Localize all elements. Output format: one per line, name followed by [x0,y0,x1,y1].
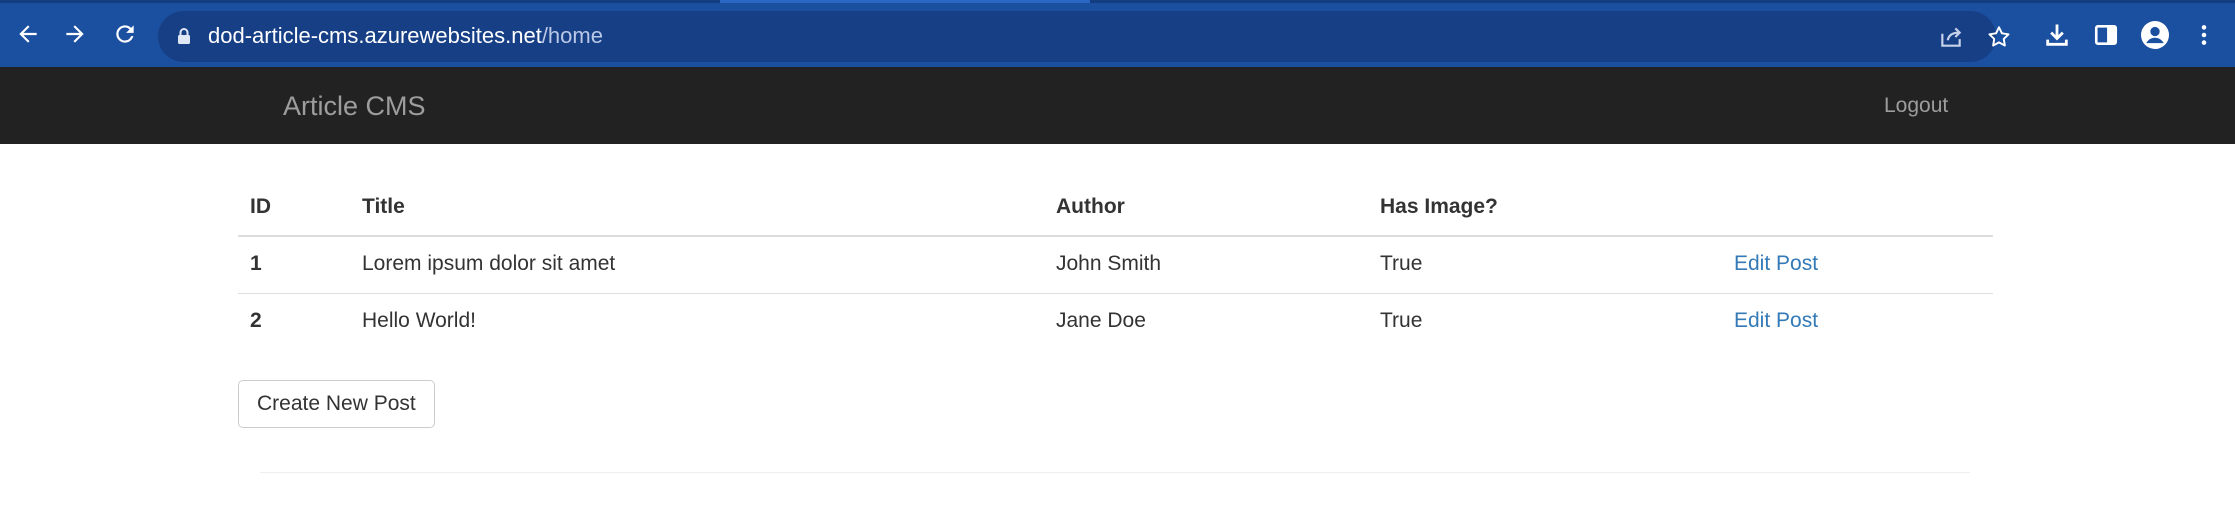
share-icon[interactable] [1938,24,1964,50]
avatar-icon [2141,21,2169,49]
url-host: dod-article-cms.azurewebsites.net [208,23,542,48]
header-title: Title [350,180,1044,237]
url-path: /home [541,23,603,48]
side-panel-icon [2094,25,2118,45]
table-row: 2 Hello World! Jane Doe True Edit Post [238,294,1993,351]
table-header-row: ID Title Author Has Image? [238,180,1993,237]
cell-id: 1 [238,236,350,294]
kebab-menu-icon [2201,25,2207,45]
create-new-post-button[interactable]: Create New Post [238,380,435,428]
cell-title: Lorem ipsum dolor sit amet [350,236,1044,294]
cell-author: Jane Doe [1056,309,1146,332]
active-tab-indicator [720,0,1090,3]
cell-has-image: True [1380,309,1423,332]
reload-button[interactable] [110,19,140,49]
articles-container: ID Title Author Has Image? 1 Lorem ipsum… [238,180,1993,350]
address-bar[interactable]: dod-article-cms.azurewebsites.net/home [158,11,2010,62]
cell-author: John Smith [1044,236,1368,294]
forward-arrow-icon [66,25,84,43]
cell-action: Edit Post [1722,236,1993,294]
logout-link[interactable]: Logout [1884,94,1948,118]
edit-post-link[interactable]: Edit Post [1734,252,1818,275]
cell-id: 2 [250,309,262,332]
cell-has-image: True [1368,236,1722,294]
cell-title: Hello World! [362,309,476,332]
browser-menu-button[interactable] [2190,21,2218,49]
header-author: Author [1044,180,1368,237]
header-actions [1722,180,1993,237]
bookmark-star-icon[interactable] [1986,24,2012,50]
table-row: 1 Lorem ipsum dolor sit amet John Smith … [238,236,1993,294]
back-button[interactable] [13,19,43,49]
cell-action: Edit Post [1722,294,1993,351]
browser-toolbar: dod-article-cms.azurewebsites.net/home [0,0,2235,67]
lock-icon [178,28,190,44]
brand-link[interactable]: Article CMS [283,91,426,122]
profile-button[interactable] [2141,21,2169,49]
footer-divider [260,472,1970,473]
url-text: dod-article-cms.azurewebsites.net/home [208,24,603,48]
app-navbar: Article CMS Logout [0,67,2235,144]
header-has-image: Has Image? [1368,180,1722,237]
back-arrow-icon [19,25,37,43]
downloads-button[interactable] [2043,21,2071,49]
articles-table: ID Title Author Has Image? 1 Lorem ipsum… [238,180,1993,350]
forward-button[interactable] [60,19,90,49]
edit-post-link[interactable]: Edit Post [1734,309,1818,332]
side-panel-button[interactable] [2092,21,2120,49]
reload-icon [116,25,134,43]
header-id: ID [238,180,350,237]
download-icon [2046,24,2068,46]
